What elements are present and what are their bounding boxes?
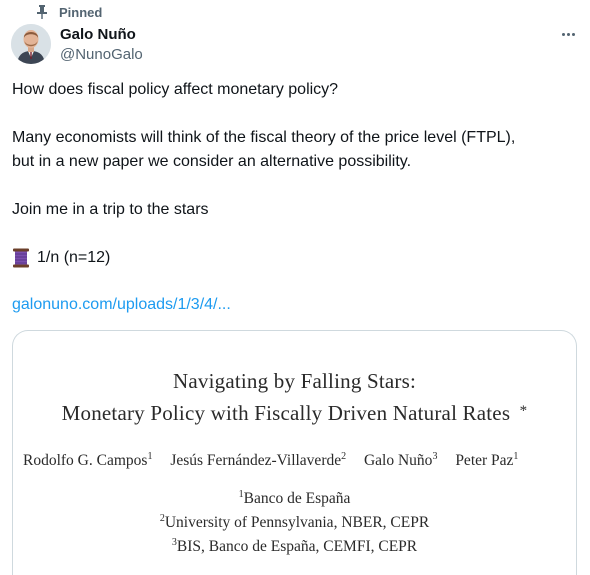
pin-icon — [37, 5, 47, 19]
paper-preview-card[interactable]: Navigating by Falling Stars: Monetary Po… — [12, 330, 577, 575]
tweet-text-line: Many economists will think of the fiscal… — [12, 129, 516, 146]
paper-title-mark: * — [519, 403, 528, 419]
paper-title-line2: Monetary Policy with Fiscally Driven Nat… — [13, 401, 576, 426]
paper-title-text: Monetary Policy with Fiscally Driven Nat… — [61, 401, 511, 425]
spool-of-thread-icon — [12, 248, 30, 268]
paper-author: Jesús Fernández-Villaverde2 — [170, 451, 347, 469]
tweet-text-line: How does fiscal policy affect monetary p… — [12, 81, 339, 98]
thread-count-text: 1/n (n=12) — [37, 249, 111, 266]
tweet-text-line: Join me in a trip to the stars — [12, 201, 209, 218]
author-block: Galo Nuño @NunoGalo — [60, 25, 143, 65]
paper-author: Rodolfo G. Campos1 — [23, 451, 153, 469]
author-name[interactable]: Galo Nuño — [60, 25, 143, 44]
thread-counter: 1/n (n=12) — [12, 248, 110, 268]
paper-authors: Rodolfo G. Campos1 Jesús Fernández-Villa… — [23, 451, 532, 470]
pinned-indicator: Pinned — [37, 3, 102, 21]
paper-author: Peter Paz1 — [455, 451, 519, 469]
paper-affiliation: 1Banco de España — [238, 489, 351, 507]
author-handle[interactable]: @NunoGalo — [60, 45, 143, 65]
paper-affiliation: 3BIS, Banco de España, CEMFI, CEPR — [171, 537, 418, 555]
paper-title-line1: Navigating by Falling Stars: — [173, 369, 416, 393]
paper-link[interactable]: galonuno.com/uploads/1/3/4/... — [12, 295, 231, 315]
avatar[interactable] — [11, 24, 51, 64]
paper-affiliation: 2University of Pennsylvania, NBER, CEPR — [159, 513, 430, 531]
more-icon[interactable] — [556, 26, 580, 42]
paper-author: Galo Nuño3 — [363, 451, 438, 469]
tweet-text-line: but in a new paper we consider an altern… — [12, 153, 412, 170]
pinned-label: Pinned — [59, 4, 103, 20]
